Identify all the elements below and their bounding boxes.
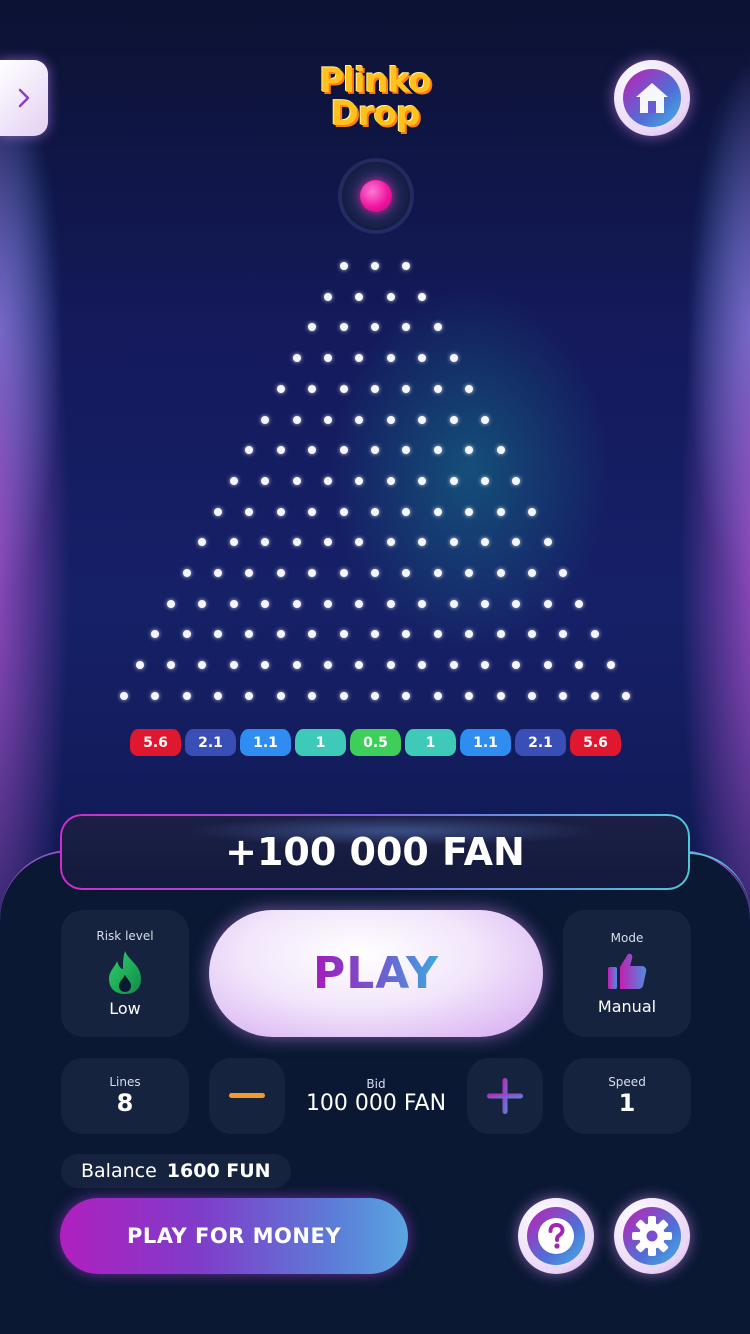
gear-icon <box>632 1216 672 1256</box>
mode-value: Manual <box>597 997 657 1016</box>
plus-icon <box>487 1078 523 1114</box>
multiplier-slot: 1 <box>405 729 456 756</box>
settings-button[interactable] <box>614 1198 690 1274</box>
multiplier-slot: 5.6 <box>130 729 181 756</box>
balance-label: Balance <box>81 1160 157 1182</box>
mode-label: Mode <box>610 931 644 945</box>
risk-level-value: Low <box>109 999 141 1018</box>
multiplier-row: 5.6 2.1 1.1 1 0.5 1 1.1 2.1 5.6 <box>130 729 622 756</box>
speed-label: Speed <box>608 1075 646 1089</box>
lines-selector[interactable]: Lines 8 <box>61 1058 189 1134</box>
minus-icon <box>229 1093 265 1098</box>
multiplier-slot: 1.1 <box>240 729 291 756</box>
speed-value: 1 <box>618 1089 636 1117</box>
ball-dropper <box>342 162 410 230</box>
bid-label: Bid <box>366 1076 386 1091</box>
ball <box>360 180 392 212</box>
risk-level-selector[interactable]: Risk level Low <box>61 910 189 1037</box>
multiplier-slot: 2.1 <box>515 729 566 756</box>
flame-icon <box>109 951 141 994</box>
chevron-right-icon <box>18 88 30 108</box>
win-amount: +100 000 FAN <box>225 830 525 874</box>
win-display: +100 000 FAN <box>60 814 690 890</box>
lines-label: Lines <box>109 1075 141 1089</box>
multiplier-slot: 1 <box>295 729 346 756</box>
mode-selector[interactable]: Mode Manual <box>563 910 691 1037</box>
bid-display: Bid 100 000 FAN <box>300 1058 452 1134</box>
question-icon <box>538 1218 574 1254</box>
speed-selector[interactable]: Speed 1 <box>563 1058 691 1134</box>
multiplier-slot: 2.1 <box>185 729 236 756</box>
thumbs-up-icon <box>608 953 647 989</box>
multiplier-slot: 0.5 <box>350 729 401 756</box>
side-menu-toggle[interactable] <box>0 60 48 136</box>
balance-display: Balance 1600 FUN <box>61 1154 291 1188</box>
help-button[interactable] <box>518 1198 594 1274</box>
increase-bid-button[interactable] <box>467 1058 543 1134</box>
home-button[interactable] <box>614 60 690 136</box>
multiplier-slot: 5.6 <box>570 729 621 756</box>
logo-line-2: Drop <box>330 93 421 134</box>
game-logo: Plinko Drop <box>300 60 450 135</box>
play-for-money-label: PLAY FOR MONEY <box>126 1224 342 1248</box>
logo-line-1: Plinko <box>319 61 431 102</box>
balance-value: 1600 FUN <box>166 1160 271 1182</box>
bid-value: 100 000 FAN <box>305 1090 447 1116</box>
play-button[interactable]: PLAY <box>209 910 543 1037</box>
play-button-label: PLAY <box>313 948 439 999</box>
decrease-bid-button[interactable] <box>209 1058 285 1134</box>
multiplier-slot: 1.1 <box>460 729 511 756</box>
home-icon <box>636 83 668 113</box>
play-for-money-button[interactable]: PLAY FOR MONEY <box>60 1198 408 1274</box>
risk-level-label: Risk level <box>96 929 154 943</box>
lines-value: 8 <box>116 1089 134 1117</box>
